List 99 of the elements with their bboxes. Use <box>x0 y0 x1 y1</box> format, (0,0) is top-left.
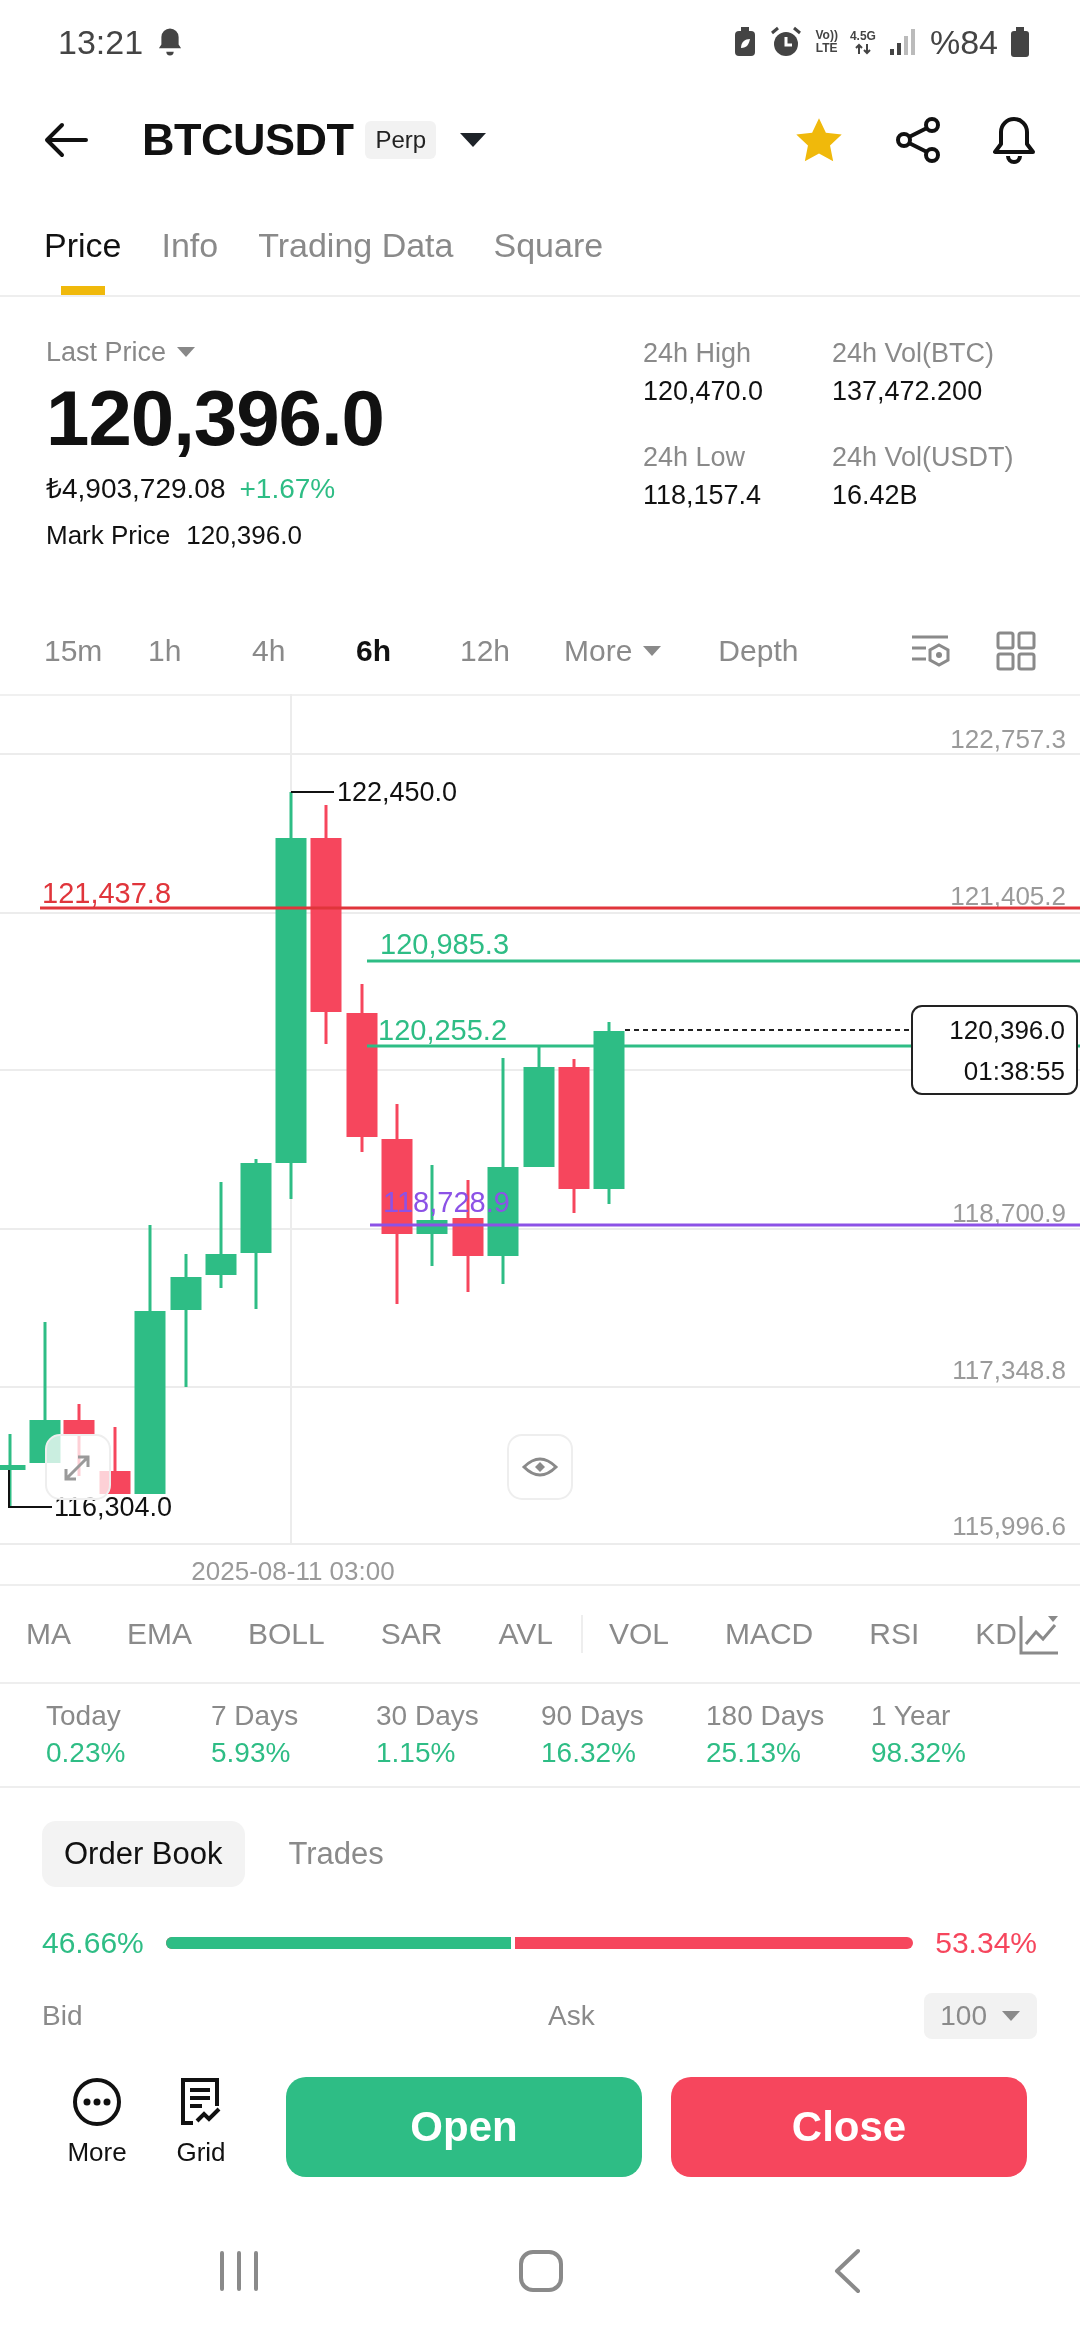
indicator-tab[interactable]: BOLL <box>248 1617 325 1651</box>
stat-label: 24h Low <box>643 441 747 474</box>
period-label: Today <box>46 1699 122 1733</box>
period-return: 16.32% <box>541 1736 637 1770</box>
book-tab[interactable]: Trades <box>266 1821 406 1887</box>
toolbar-button[interactable]: Grid <box>161 2077 241 2168</box>
visibility-button[interactable] <box>507 1434 573 1500</box>
period-return: 5.93% <box>211 1736 292 1770</box>
caret-down-icon <box>1001 2010 1021 2022</box>
time-axis-label: 2025-08-11 03:00 <box>191 1556 395 1586</box>
indicator-tab[interactable]: EMA <box>127 1617 192 1651</box>
indicator-tab[interactable]: RSI <box>869 1617 920 1651</box>
back-icon[interactable] <box>832 2247 862 2294</box>
tab[interactable]: Info <box>161 196 219 295</box>
indicator-tab[interactable]: KD <box>975 1617 1017 1651</box>
share-icon[interactable] <box>894 116 942 164</box>
price-axis-label: 121,405.2 <box>950 881 1066 911</box>
last-price: 120,396.0 <box>46 375 385 461</box>
indicator-tab[interactable]: VOL <box>608 1617 669 1651</box>
stat-label: 24h High <box>643 337 753 370</box>
last-price-tag: 120,396.0 <box>949 1015 1065 1045</box>
signal-icon <box>887 27 918 57</box>
period-return: 0.23% <box>46 1736 127 1770</box>
network-label: LTE <box>815 42 838 55</box>
close-position-button[interactable]: Close <box>671 2077 1027 2177</box>
battery-saver-icon <box>733 26 758 58</box>
stat-value: 16.42B <box>832 479 919 512</box>
fiat-price: ₺4,903,729.08 <box>46 472 226 506</box>
stat-value: 120,470.0 <box>643 375 765 408</box>
price-change: +1.67% <box>239 472 336 506</box>
price-axis-label: 118,700.9 <box>952 1198 1066 1228</box>
ask-heading: Ask <box>548 2000 596 2032</box>
indicator-tab[interactable]: SAR <box>380 1617 443 1651</box>
contract-badge: Perp <box>365 121 437 159</box>
toolbar-button[interactable]: More <box>47 2077 147 2168</box>
low-price-label: 116,304.0 <box>54 1492 173 1522</box>
open-position-button[interactable]: Open <box>286 2077 642 2177</box>
mark-price: 120,396.0 <box>186 519 302 552</box>
network-label: 4.5G <box>849 29 876 43</box>
grid-layout-icon[interactable] <box>996 631 1036 671</box>
period-label: 90 Days <box>541 1699 645 1733</box>
ask-percent: 53.34% <box>935 1926 1037 1960</box>
stat-label: 24h Vol(BTC) <box>832 337 996 370</box>
back-arrow-icon[interactable] <box>42 120 90 160</box>
interval-tab[interactable]: 1h <box>148 621 252 681</box>
price-line-label: 121,437.8 <box>42 877 171 909</box>
high-price-label: 122,450.0 <box>337 777 458 807</box>
more-icon <box>72 2077 122 2127</box>
last-price-label: Last Price <box>46 336 167 369</box>
battery-icon <box>1010 26 1030 58</box>
notification-bell-icon[interactable] <box>990 115 1038 165</box>
price-axis-label: 117,348.8 <box>952 1355 1066 1385</box>
period-return: 25.13% <box>706 1736 802 1770</box>
countdown-timer: 01:38:55 <box>963 1056 1065 1086</box>
period-return: 98.32% <box>871 1736 967 1770</box>
battery-percent: %84 <box>929 22 998 62</box>
interval-tab[interactable]: 4h <box>252 621 356 681</box>
mark-price-label: Mark Price <box>46 519 171 552</box>
stat-value: 118,157.4 <box>643 479 763 512</box>
document-chart-icon <box>179 2077 223 2127</box>
alarm-icon <box>769 25 804 59</box>
price-line-label: 120,985.3 <box>380 928 509 960</box>
period-label: 30 Days <box>376 1699 480 1733</box>
depth-dropdown[interactable]: 100 <box>924 1993 1037 2039</box>
tab[interactable]: Price <box>44 196 122 295</box>
bid-heading: Bid <box>42 2000 84 2032</box>
home-icon[interactable] <box>518 2248 564 2293</box>
period-label: 7 Days <box>211 1699 300 1733</box>
chart-line-icon[interactable] <box>1018 1614 1060 1656</box>
more-dropdown[interactable]: More <box>564 621 663 681</box>
clock-time: 13:21 <box>58 22 144 62</box>
tab[interactable]: Square <box>493 196 604 295</box>
price-axis-label: 122,757.3 <box>950 724 1066 754</box>
period-return: 1.15% <box>376 1736 457 1770</box>
indicator-tab[interactable]: AVL <box>498 1617 553 1651</box>
symbol-title: BTCUSDT <box>142 114 354 166</box>
stat-label: 24h Vol(USDT) <box>832 441 1014 474</box>
interval-tab[interactable]: 12h <box>460 621 564 681</box>
leader-line <box>8 1469 53 1508</box>
indicator-tab[interactable]: MACD <box>724 1617 814 1651</box>
chart-settings-icon[interactable] <box>910 633 952 669</box>
interval-tab[interactable]: Depth <box>718 621 823 681</box>
price-line-label: 120,255.2 <box>378 1014 507 1046</box>
book-tab[interactable]: Order Book <box>42 1821 245 1887</box>
interval-tab[interactable]: 6h <box>356 621 460 681</box>
interval-tab[interactable]: 15m <box>44 621 148 681</box>
caret-down-icon <box>642 645 663 657</box>
indicator-tab[interactable]: MA <box>26 1617 71 1651</box>
stat-value: 137,472.200 <box>832 375 984 408</box>
star-icon[interactable] <box>794 116 844 164</box>
network-label: Vo)) <box>815 29 838 42</box>
period-label: 180 Days <box>706 1699 826 1733</box>
period-label: 1 Year <box>871 1699 952 1733</box>
price-axis-label: 115,996.6 <box>952 1511 1066 1541</box>
caret-down-icon[interactable] <box>458 131 489 149</box>
leader-line <box>290 791 335 793</box>
recent-apps-icon[interactable] <box>218 2249 260 2292</box>
tab[interactable]: Trading Data <box>258 196 454 295</box>
bid-percent: 46.66% <box>42 1926 144 1960</box>
